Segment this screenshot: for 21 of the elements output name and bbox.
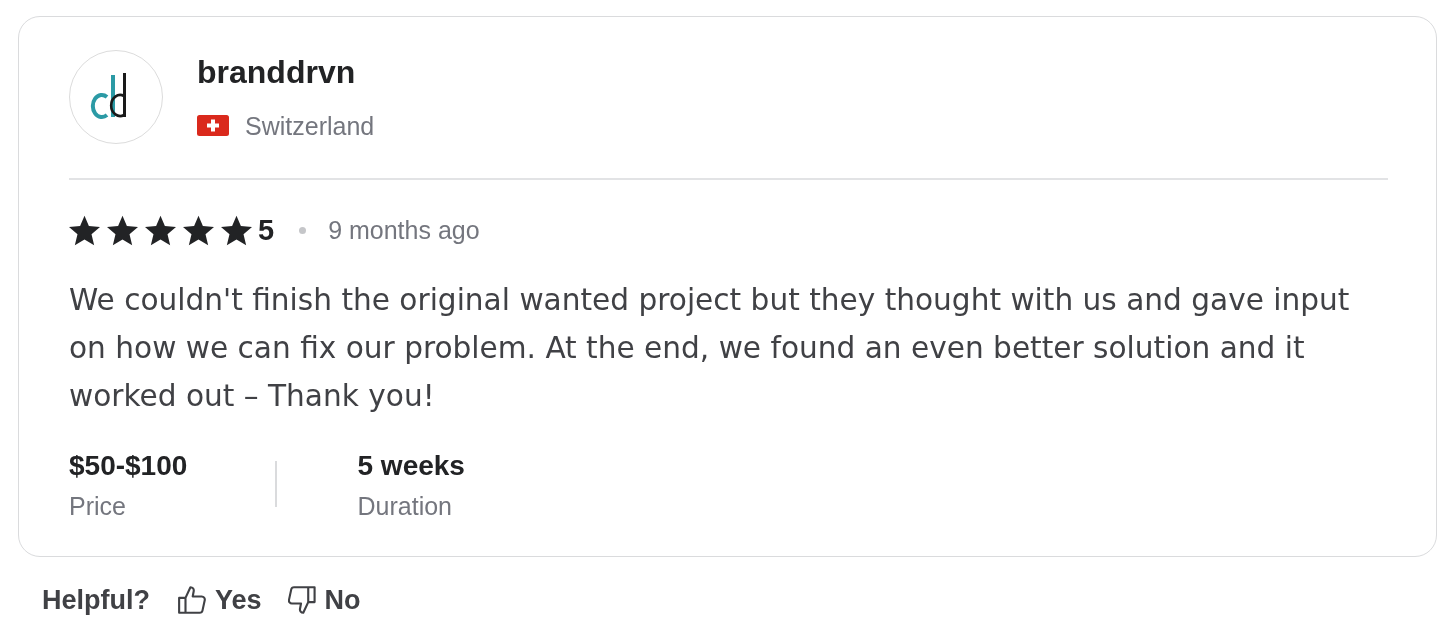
review-time: 9 months ago <box>328 215 480 246</box>
star-icon <box>221 214 252 246</box>
reviewer-name: branddrvn <box>197 53 356 90</box>
dot-icon <box>299 226 307 234</box>
review-text: We couldn't finish the original wanted project but they thought with us and gave input on how we can fix our problem. At the end, we found an even better solution and it worked out – Thank you! <box>69 282 1351 415</box>
detail-label: Price <box>69 491 126 521</box>
reviewer-country: Switzerland <box>245 110 375 141</box>
flag-icon <box>197 115 229 136</box>
thumbs-up-icon <box>178 586 206 614</box>
star-icon <box>69 214 100 246</box>
helpful-label: Helpful? <box>42 584 150 617</box>
rating-value: 5 <box>258 214 275 246</box>
detail-value: $50-$100 <box>69 450 188 482</box>
detail-value: 5 weeks <box>357 450 465 482</box>
star-icon <box>145 214 176 246</box>
star-icon <box>107 214 138 246</box>
thumbs-down-icon <box>287 586 316 614</box>
detail-label: Duration <box>357 491 452 521</box>
yes-button[interactable]: Yes <box>178 583 262 617</box>
star-icon <box>183 214 214 246</box>
no-button[interactable]: No <box>287 583 361 617</box>
